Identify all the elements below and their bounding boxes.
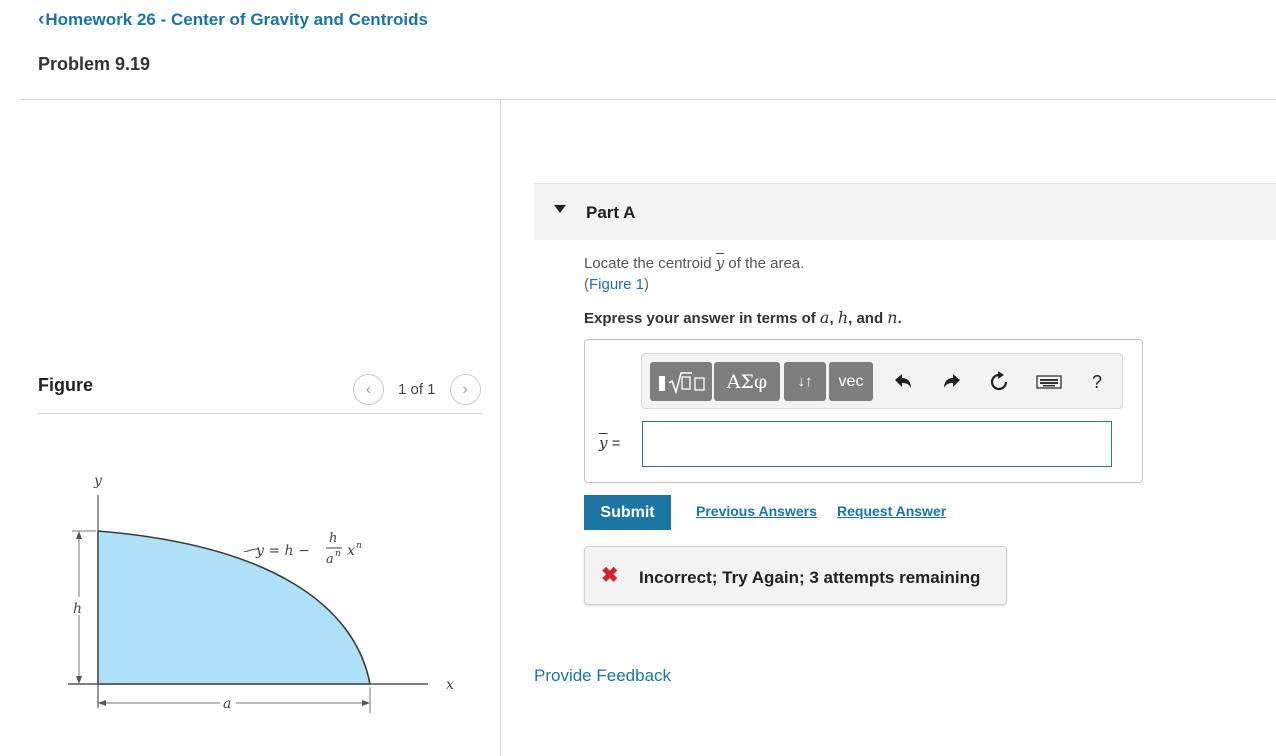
figure-reference: (Figure 1) — [584, 276, 650, 293]
equation-denominator-exponent: n — [335, 549, 341, 559]
undo-icon — [895, 374, 911, 388]
reset-button[interactable] — [986, 369, 1012, 395]
previous-answers-link[interactable]: Previous Answers — [696, 503, 817, 519]
y-bar-symbol: y — [715, 254, 725, 272]
templates-button[interactable] — [650, 362, 712, 401]
greek-symbols-button[interactable]: ΑΣφ — [714, 362, 780, 401]
keyboard-icon — [1036, 375, 1062, 389]
equation-denominator: a — [326, 552, 334, 567]
subscript-superscript-button[interactable]: ↓↑ — [784, 362, 826, 401]
header-divider — [21, 99, 1276, 100]
back-to-assignment-link[interactable]: ‹ Homework 26 - Center of Gravity and Ce… — [38, 9, 428, 31]
equation-exponent: n — [356, 541, 362, 551]
answer-instructions: Express your answer in terms of a, h, an… — [584, 308, 902, 327]
figure-divider — [38, 413, 482, 414]
keyboard-shortcuts-button[interactable] — [1034, 369, 1064, 395]
problem-title: Problem 9.19 — [38, 54, 151, 74]
equation-numerator: h — [329, 531, 337, 546]
reset-icon — [990, 371, 1008, 391]
feedback-message: Incorrect; Try Again; 3 attempts remaini… — [639, 568, 981, 587]
vector-button[interactable]: vec — [829, 362, 873, 401]
y-axis-label: y — [93, 473, 103, 489]
redo-icon — [944, 374, 960, 388]
figure-heading: Figure — [38, 375, 94, 395]
request-answer-link[interactable]: Request Answer — [837, 503, 946, 519]
figure-page-count: 1 of 1 — [398, 381, 436, 398]
help-button[interactable]: ? — [1084, 369, 1110, 395]
incorrect-feedback-box: ✖ Incorrect; Try Again; 3 attempts remai… — [584, 546, 1007, 605]
undo-button[interactable] — [890, 369, 916, 395]
x-mark-icon: ✖ — [601, 564, 619, 587]
back-link-label: Homework 26 - Center of Gravity and Cent… — [45, 10, 428, 29]
figure-1-link[interactable]: Figure 1 — [589, 276, 644, 293]
chevron-right-icon: › — [462, 380, 468, 398]
part-a-header[interactable]: Part A — [534, 183, 1276, 240]
column-divider — [500, 99, 501, 756]
x-axis-label: x — [446, 677, 454, 693]
equation-lhs: y = h − — [255, 543, 310, 559]
part-title: Part A — [586, 203, 636, 222]
collapse-triangle-icon — [554, 205, 566, 213]
redo-button[interactable] — [939, 369, 965, 395]
answer-variable-label: y = — [599, 434, 621, 452]
next-figure-button[interactable]: › — [449, 374, 481, 405]
width-label: a — [223, 696, 231, 712]
question-text: Locate the centroid y of the area. — [584, 254, 805, 272]
math-toolbar: ΑΣφ ↓↑ vec ? — [641, 353, 1123, 409]
figure-pager: ‹ 1 of 1 › — [353, 374, 481, 405]
equation-variable: x — [347, 543, 355, 559]
chevron-left-icon: ‹ — [38, 9, 45, 30]
previous-figure-button[interactable]: ‹ — [353, 374, 384, 405]
chevron-left-icon: ‹ — [365, 380, 372, 398]
provide-feedback-link[interactable]: Provide Feedback — [534, 666, 671, 686]
height-label: h — [73, 601, 82, 617]
sqrt-template-icon — [659, 371, 705, 395]
answer-input[interactable] — [642, 421, 1112, 467]
submit-button[interactable]: Submit — [584, 495, 671, 530]
centroid-area-diagram: y x h a y = h − h a n x n — [68, 473, 454, 713]
answer-entry-box: ΑΣφ ↓↑ vec ? y = — [584, 339, 1143, 483]
